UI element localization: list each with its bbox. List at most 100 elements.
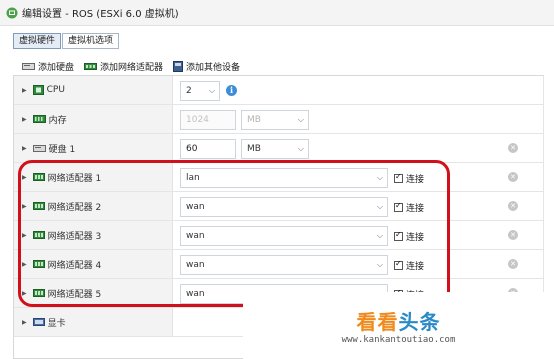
hw-nic5-label: 网络适配器 5 [47, 289, 102, 300]
memory-unit-value: MB [247, 115, 261, 125]
hw-nic1-label: 网络适配器 1 [47, 173, 102, 184]
hw-row-nic4: ▶ 网络适配器 4 wan ⌵ 连接 ✕ [14, 250, 543, 279]
nic4-connect-checkbox[interactable]: 连接 [394, 259, 424, 272]
hw-row-display-header[interactable]: ▶ 显卡 [14, 308, 173, 336]
hw-row-nic2-header[interactable]: ▶ 网络适配器 2 [14, 192, 173, 220]
window-title: 编辑设置 - ROS (ESXi 6.0 虚拟机) [22, 9, 179, 20]
hw-row-memory-header[interactable]: ▶ 内存 [14, 105, 173, 133]
expand-caret-icon[interactable]: ▶ [22, 203, 27, 210]
hw-row-nic1: ▶ 网络适配器 1 lan ⌵ 连接 ✕ [14, 163, 543, 192]
add-nic-button[interactable]: 添加网络适配器 [84, 60, 163, 73]
disk1-size-input[interactable]: 60 [180, 139, 236, 159]
nic3-connect-checkbox[interactable]: 连接 [394, 230, 424, 243]
nic2-network-value: wan [186, 202, 205, 212]
hw-row-cpu-header[interactable]: ▶ CPU [14, 76, 173, 104]
remove-device-icon[interactable]: ✕ [508, 201, 518, 211]
toolbar: 添加硬盘 添加网络适配器 添加其他设备 [22, 60, 250, 73]
nic5-network-value: wan [186, 289, 205, 299]
memory-size-input[interactable]: 1024 [180, 110, 236, 130]
nic1-connect-label: 连接 [406, 175, 425, 185]
add-disk-label: 添加硬盘 [38, 63, 75, 73]
nic2-connect-checkbox[interactable]: 连接 [394, 201, 424, 214]
watermark-logo-part-a: 看看 [356, 310, 399, 334]
hw-nic2-label: 网络适配器 2 [47, 202, 102, 213]
add-disk-button[interactable]: 添加硬盘 [22, 60, 74, 73]
nic4-network-value: wan [186, 260, 205, 270]
nic3-network-select[interactable]: wan ⌵ [180, 226, 388, 246]
add-other-device-button[interactable]: 添加其他设备 [173, 60, 240, 73]
hw-row-nic5-header[interactable]: ▶ 网络适配器 5 [14, 279, 173, 307]
network-adapter-icon [32, 202, 45, 210]
expand-caret-icon[interactable]: ▶ [22, 290, 27, 297]
hw-cpu-label: CPU [46, 85, 65, 95]
hw-nic4-label: 网络适配器 4 [47, 260, 102, 271]
expand-caret-icon[interactable]: ▶ [22, 174, 27, 181]
tab-virtual-hardware[interactable]: 虚拟硬件 [13, 33, 62, 49]
expand-caret-icon[interactable]: ▶ [22, 232, 27, 239]
nic4-connect-label: 连接 [406, 262, 425, 272]
disk-icon [32, 144, 46, 153]
checkbox-checked-icon [394, 230, 403, 241]
tab-vm-options[interactable]: 虚拟机选项 [62, 33, 120, 49]
hw-display-label: 显卡 [47, 318, 66, 329]
network-adapter-icon [84, 63, 98, 70]
expand-caret-icon[interactable]: ▶ [22, 261, 27, 268]
nic3-network-value: wan [186, 231, 205, 241]
remove-device-icon[interactable]: ✕ [508, 230, 518, 240]
expand-caret-icon[interactable]: ▶ [22, 319, 27, 326]
expand-caret-icon[interactable]: ▶ [22, 87, 27, 94]
cpu-icon [32, 85, 44, 95]
memory-icon [32, 115, 46, 123]
nic4-network-select[interactable]: wan ⌵ [180, 255, 388, 275]
watermark-logo-part-b: 头条 [398, 310, 441, 334]
nic2-connect-label: 连接 [406, 204, 425, 214]
cpu-count-value: 2 [186, 86, 192, 96]
device-icon [173, 61, 184, 72]
hw-row-nic3-header[interactable]: ▶ 网络适配器 3 [14, 221, 173, 249]
expand-caret-icon[interactable]: ▶ [22, 116, 27, 123]
disk1-unit-value: MB [247, 144, 261, 154]
chevron-down-icon: ⌵ [208, 86, 215, 95]
chevron-down-icon: ⌵ [376, 173, 383, 182]
hw-row-memory: ▶ 内存 1024 MB ⌵ [14, 105, 543, 134]
disk-icon [22, 63, 35, 70]
add-other-device-label: 添加其他设备 [186, 63, 241, 73]
display-card-icon [32, 317, 45, 327]
checkbox-checked-icon [394, 259, 403, 270]
chevron-down-icon: ⌵ [376, 202, 383, 211]
watermark: 看看头条 www.kankantoutiao.com [243, 292, 554, 359]
hw-row-disk1: ▶ 硬盘 1 60 MB ⌵ ✕ [14, 134, 543, 163]
remove-device-icon[interactable]: ✕ [508, 143, 518, 153]
remove-device-icon[interactable]: ✕ [508, 172, 518, 182]
network-adapter-icon [32, 289, 45, 297]
add-nic-label: 添加网络适配器 [100, 63, 164, 73]
remove-device-icon[interactable]: ✕ [508, 259, 518, 269]
tab-bar: 虚拟硬件 虚拟机选项 [13, 33, 120, 49]
cpu-count-select[interactable]: 2 ⌵ [180, 81, 220, 101]
chevron-down-icon: ⌵ [376, 260, 383, 269]
network-adapter-icon [32, 231, 45, 239]
hw-disk1-label: 硬盘 1 [48, 144, 76, 155]
watermark-logo: 看看头条 [357, 306, 441, 335]
memory-unit-select[interactable]: MB ⌵ [241, 110, 309, 130]
nic3-connect-label: 连接 [406, 233, 425, 243]
disk1-unit-select[interactable]: MB ⌵ [241, 139, 309, 159]
chevron-down-icon: ⌵ [297, 144, 304, 153]
info-icon[interactable]: i [226, 85, 237, 96]
chevron-down-icon: ⌵ [376, 231, 383, 240]
hw-nic3-label: 网络适配器 3 [47, 231, 102, 242]
vm-edit-icon [6, 7, 18, 18]
nic2-network-select[interactable]: wan ⌵ [180, 197, 388, 217]
checkbox-checked-icon [394, 172, 403, 183]
expand-caret-icon[interactable]: ▶ [22, 145, 27, 152]
hw-row-nic3: ▶ 网络适配器 3 wan ⌵ 连接 ✕ [14, 221, 543, 250]
nic1-network-value: lan [186, 173, 200, 183]
nic1-connect-checkbox[interactable]: 连接 [394, 172, 424, 185]
hw-row-nic1-header[interactable]: ▶ 网络适配器 1 [14, 163, 173, 191]
nic1-network-select[interactable]: lan ⌵ [180, 168, 388, 188]
hw-row-disk1-header[interactable]: ▶ 硬盘 1 [14, 134, 173, 162]
hw-memory-label: 内存 [48, 115, 67, 126]
watermark-url: www.kankantoutiao.com [341, 335, 456, 345]
checkbox-checked-icon [394, 201, 403, 212]
hw-row-nic4-header[interactable]: ▶ 网络适配器 4 [14, 250, 173, 278]
